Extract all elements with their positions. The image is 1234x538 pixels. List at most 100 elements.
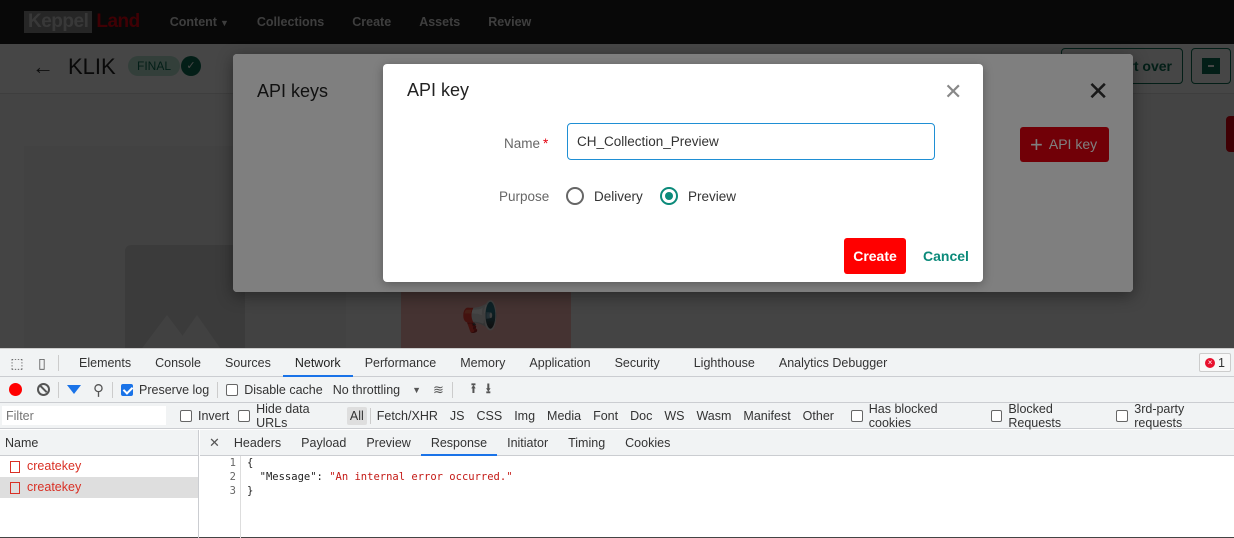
third-party-requests-label: 3rd-party requests [1134,401,1185,430]
tab-security[interactable]: Security [603,349,672,377]
filter-type-media[interactable]: Media [544,409,584,423]
tab-headers[interactable]: Headers [224,430,291,456]
tab-network[interactable]: Network [282,349,353,377]
filter-type-manifest[interactable]: Manifest [740,409,793,423]
dialog-title: API key [407,80,470,100]
caret-down-icon[interactable]: ▼ [412,385,421,395]
file-icon [10,460,20,473]
has-blocked-cookies-checkbox[interactable]: Has blocked cookies [850,402,982,430]
json-string-value: "An internal error occurred." [329,471,513,483]
search-icon[interactable]: ⚲ [93,381,104,399]
name-input[interactable] [567,123,935,160]
response-viewer[interactable]: 1 2 3 { "Message": "An internal error oc… [200,456,1234,538]
filter-type-wasm[interactable]: Wasm [693,409,734,423]
divider [112,381,113,398]
filter-type-js[interactable]: JS [447,409,468,423]
tab-elements[interactable]: Elements [67,349,143,377]
create-button[interactable]: Create [844,238,906,274]
checkbox-checked [121,383,133,396]
checkbox [226,383,239,396]
checkbox [180,409,192,422]
filter-type-img[interactable]: Img [511,409,538,423]
filter-type-css[interactable]: CSS [473,409,505,423]
app-background: Keppel Land Content▼ Collections Create … [0,0,1234,348]
divider [217,381,219,398]
throttling-select[interactable]: No throttling [333,383,400,397]
filter-type-fetch-xhr[interactable]: Fetch/XHR [374,409,441,423]
tab-response[interactable]: Response [420,430,498,456]
radio-preview-label: Preview [688,188,737,204]
line-number: 3 [229,485,236,497]
cancel-button[interactable]: Cancel [923,248,969,264]
third-party-requests-checkbox[interactable]: 3rd-party requests [1116,402,1234,430]
filter-input[interactable] [2,406,166,425]
line-number: 2 [229,471,236,483]
radio-delivery[interactable]: Delivery [566,187,643,205]
record-icon[interactable] [9,383,22,396]
tab-sources[interactable]: Sources [213,349,283,377]
inspect-element-icon[interactable]: ⬚ [9,355,25,371]
tab-analytics-debugger[interactable]: Analytics Debugger [767,349,899,377]
tab-console[interactable]: Console [143,349,213,377]
network-body: Name createkey createkey ✕ Headers Paylo… [0,430,1234,538]
request-detail: ✕ Headers Payload Preview Response Initi… [200,430,1234,538]
tab-timing[interactable]: Timing [558,430,615,456]
radio-preview[interactable]: Preview [660,187,736,205]
name-column-header[interactable]: Name [0,430,198,456]
filter-icon[interactable] [67,385,81,394]
invert-checkbox[interactable]: Invert [180,409,229,423]
export-har-icon[interactable]: ⭳ [486,378,491,402]
checkbox [238,409,251,422]
request-list: Name createkey createkey [0,430,199,538]
request-row-selected[interactable]: createkey [0,477,198,498]
tab-lighthouse[interactable]: Lighthouse [682,349,767,377]
device-toolbar-icon[interactable]: ▯ [34,355,50,371]
preserve-log-label: Preserve log [139,382,210,397]
tab-performance[interactable]: Performance [353,349,449,377]
filter-type-all[interactable]: All [346,406,367,425]
tab-memory[interactable]: Memory [448,349,517,377]
error-count: 1 [1218,355,1225,370]
disable-cache-checkbox[interactable]: Disable cache [226,383,323,397]
checkbox [1116,409,1129,422]
detail-tabs: ✕ Headers Payload Preview Response Initi… [200,430,1234,456]
filter-bar: Invert Hide data URLs All Fetch/XHR JS C… [0,401,1234,430]
tab-initiator[interactable]: Initiator [497,430,558,456]
tab-cookies[interactable]: Cookies [615,430,680,456]
filter-type-other[interactable]: Other [800,409,837,423]
radio-circle [566,187,584,205]
divider [58,354,59,371]
divider [58,381,59,398]
blocked-requests-label: Blocked Requests [1008,401,1062,430]
api-key-dialog: API key ✕ Name* Purpose Delivery Preview… [383,64,983,282]
network-toolbar: ⚲ Preserve log Disable cache No throttli… [0,377,1234,403]
filter-type-doc[interactable]: Doc [627,409,655,423]
close-icon[interactable]: ✕ [209,435,220,451]
close-icon[interactable]: ✕ [944,81,962,103]
network-conditions-icon[interactable]: ≋ [433,382,444,398]
line-number: 1 [229,457,236,469]
tab-application[interactable]: Application [517,349,602,377]
code-line: "Message": "An internal error occurred." [247,470,513,484]
blocked-requests-checkbox[interactable]: Blocked Requests [990,401,1108,430]
request-name: createkey [27,459,82,473]
import-har-icon[interactable]: ⭱ [471,378,476,402]
preserve-log-checkbox[interactable]: Preserve log [121,383,209,397]
code-line: } [247,485,254,497]
tab-payload[interactable]: Payload [291,430,356,456]
hide-data-urls-checkbox[interactable]: Hide data URLs [238,402,343,430]
filter-type-ws[interactable]: WS [661,409,687,423]
divider [451,381,453,398]
hide-data-urls-label: Hide data URLs [256,401,310,430]
tab-preview[interactable]: Preview [356,430,420,456]
error-icon: × [1205,357,1216,368]
name-label: Name * [504,136,548,151]
filter-type-font[interactable]: Font [590,409,621,423]
radio-delivery-label: Delivery [594,188,643,204]
disable-cache-label: Disable cache [244,382,323,397]
clear-icon[interactable] [37,383,50,396]
json-key: "Message": [247,471,330,483]
invert-label: Invert [198,408,230,423]
request-row[interactable]: createkey [0,456,198,477]
error-count-badge[interactable]: × 1 [1199,353,1231,372]
